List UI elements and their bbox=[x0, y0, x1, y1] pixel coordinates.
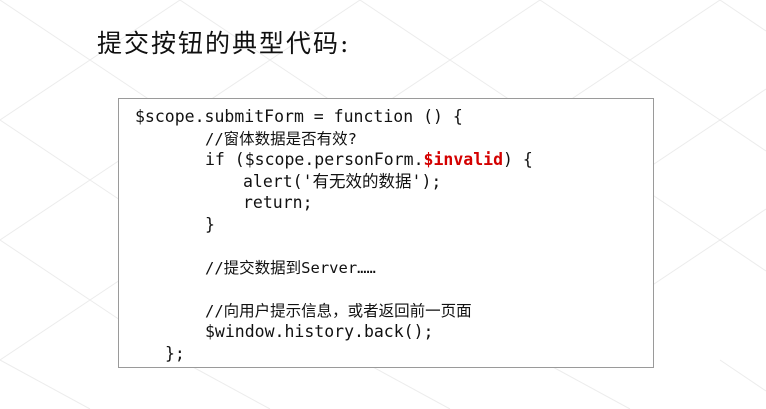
code-line-close-brace: } bbox=[205, 215, 215, 234]
code-line-alert: alert('有无效的数据'); bbox=[243, 172, 442, 191]
slide-title: 提交按钮的典型代码: bbox=[97, 29, 351, 58]
code-line-comment-validity: //窗体数据是否有效? bbox=[205, 130, 357, 148]
code-line-comment-notify: //向用户提示信息，或者返回前一页面 bbox=[205, 302, 472, 320]
code-line-comment-submit: //提交数据到Server…… bbox=[205, 259, 376, 277]
code-line-end: }; bbox=[165, 344, 185, 363]
code-if-prefix: if ($scope.personForm. bbox=[205, 150, 424, 169]
code-line-return: return; bbox=[243, 193, 313, 212]
code-line-if: if ($scope.personForm.$invalid) { bbox=[205, 150, 533, 170]
code-line-1: $scope.submitForm = function () { bbox=[135, 107, 463, 126]
code-line-history-back: $window.history.back(); bbox=[205, 322, 434, 341]
code-if-suffix: ) { bbox=[503, 150, 533, 169]
code-invalid-keyword: $invalid bbox=[423, 150, 504, 169]
code-block: $scope.submitForm = function () { //窗体数据… bbox=[118, 98, 654, 368]
slide: 提交按钮的典型代码: $scope.submitForm = function … bbox=[0, 0, 766, 409]
